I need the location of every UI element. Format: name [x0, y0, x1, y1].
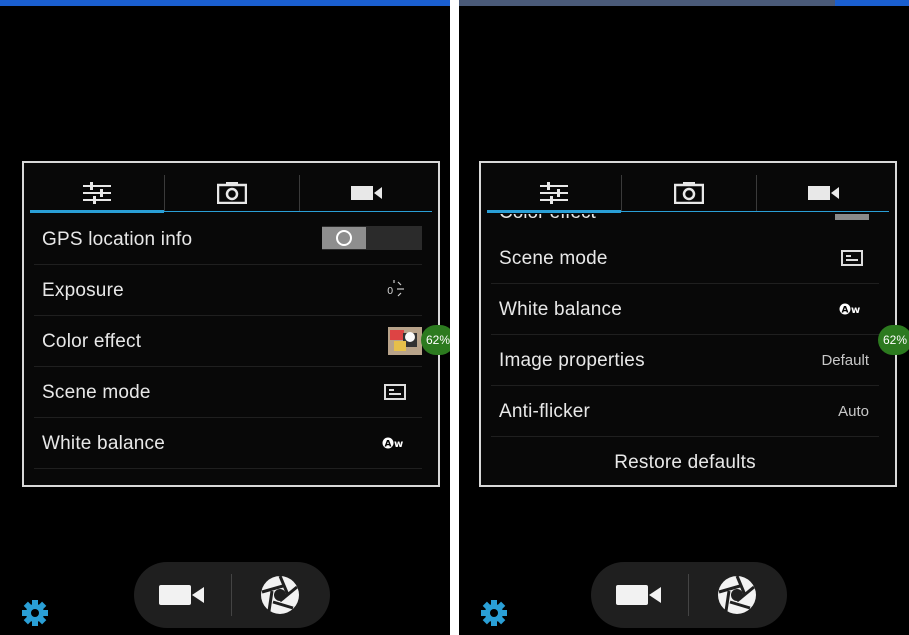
setting-row-color-effect[interactable]: Color effect: [34, 316, 422, 367]
tab-camera-settings[interactable]: [622, 173, 756, 213]
setting-value: Auto: [838, 403, 869, 420]
auto-white-balance-icon: A w: [839, 303, 860, 316]
auto-white-balance-icon: A w: [382, 437, 403, 450]
svg-text:w: w: [851, 305, 860, 316]
battery-badge: 62%: [878, 325, 909, 355]
settings-sliders-icon: [540, 182, 568, 204]
svg-text:w: w: [394, 439, 403, 450]
shutter-button[interactable]: [232, 562, 328, 628]
shutter-button[interactable]: [689, 562, 785, 628]
video-camera-icon: [351, 186, 382, 200]
svg-text:A: A: [842, 306, 849, 316]
tab-video-settings[interactable]: [757, 173, 891, 213]
video-mode-button[interactable]: [134, 562, 230, 628]
settings-list: GPS location info Exposure 0 Color effec…: [34, 214, 422, 469]
battery-badge: 62%: [421, 325, 450, 355]
setting-row-image-properties[interactable]: Image properties Default: [491, 335, 879, 386]
setting-label: Anti-flicker: [499, 401, 591, 422]
setting-label: Scene mode: [499, 248, 608, 269]
svg-text:0: 0: [387, 286, 393, 297]
restore-defaults-label: Restore defaults: [614, 452, 756, 473]
toggle-knob: [322, 227, 366, 249]
setting-label: Exposure: [42, 280, 124, 301]
tab-camera-settings[interactable]: [165, 173, 299, 213]
tab-general-settings[interactable]: [30, 173, 164, 213]
settings-sliders-icon: [83, 182, 111, 204]
setting-label: Color effect: [499, 214, 596, 224]
gear-icon[interactable]: [20, 600, 50, 626]
setting-label: Image properties: [499, 350, 645, 371]
setting-row-scene-mode[interactable]: Scene mode: [491, 233, 879, 284]
capture-controls: [134, 562, 330, 628]
status-bar: [0, 0, 450, 6]
setting-value: Default: [821, 352, 869, 369]
settings-tabs: [487, 173, 889, 213]
active-tab-indicator: [30, 210, 164, 213]
color-effect-thumbnail: [388, 327, 422, 355]
setting-label: White balance: [42, 433, 166, 454]
setting-row-anti-flicker[interactable]: Anti-flicker Auto: [491, 386, 879, 437]
capture-controls: [591, 562, 787, 628]
setting-label: White balance: [499, 299, 623, 320]
settings-panel: Color effect Scene mode White balance A …: [479, 161, 897, 487]
shutter-icon: [261, 575, 299, 614]
video-camera-icon: [616, 585, 661, 605]
restore-defaults-button[interactable]: Restore defaults: [491, 437, 879, 485]
video-camera-icon: [159, 585, 204, 605]
tab-general-settings[interactable]: [487, 173, 621, 213]
camera-screen-right: Color effect Scene mode White balance A …: [459, 0, 909, 635]
setting-row-white-balance[interactable]: White balance A w: [491, 284, 879, 335]
setting-label: Scene mode: [42, 382, 151, 403]
setting-row-white-balance[interactable]: White balance A w: [34, 418, 422, 469]
setting-row-gps[interactable]: GPS location info: [34, 214, 422, 265]
video-mode-button[interactable]: [591, 562, 687, 628]
setting-label: GPS location info: [42, 229, 193, 250]
scene-mode-icon: [384, 384, 406, 400]
settings-panel: GPS location info Exposure 0 Color effec…: [22, 161, 440, 487]
camera-icon: [674, 182, 704, 204]
setting-row-scene-mode[interactable]: Scene mode: [34, 367, 422, 418]
camera-icon: [217, 182, 247, 204]
shutter-icon: [718, 575, 756, 614]
partial-row-color-effect[interactable]: Color effect: [481, 214, 895, 234]
exposure-icon: 0: [387, 280, 404, 297]
settings-tabs: [30, 173, 432, 213]
scene-mode-icon: [841, 250, 863, 266]
setting-label: Color effect: [42, 331, 142, 352]
setting-row-exposure[interactable]: Exposure 0: [34, 265, 422, 316]
gps-toggle[interactable]: [322, 226, 422, 250]
video-camera-icon: [808, 186, 839, 200]
camera-screen-left: GPS location info Exposure 0 Color effec…: [0, 0, 450, 635]
color-effect-thumbnail: [835, 214, 869, 220]
status-bar: [459, 0, 909, 6]
svg-text:A: A: [385, 440, 392, 450]
active-tab-indicator: [487, 210, 621, 213]
tab-video-settings[interactable]: [300, 173, 434, 213]
status-bar-segment: [459, 0, 835, 6]
gear-icon[interactable]: [479, 600, 509, 626]
settings-list: Scene mode White balance A w Image prope…: [491, 233, 879, 485]
